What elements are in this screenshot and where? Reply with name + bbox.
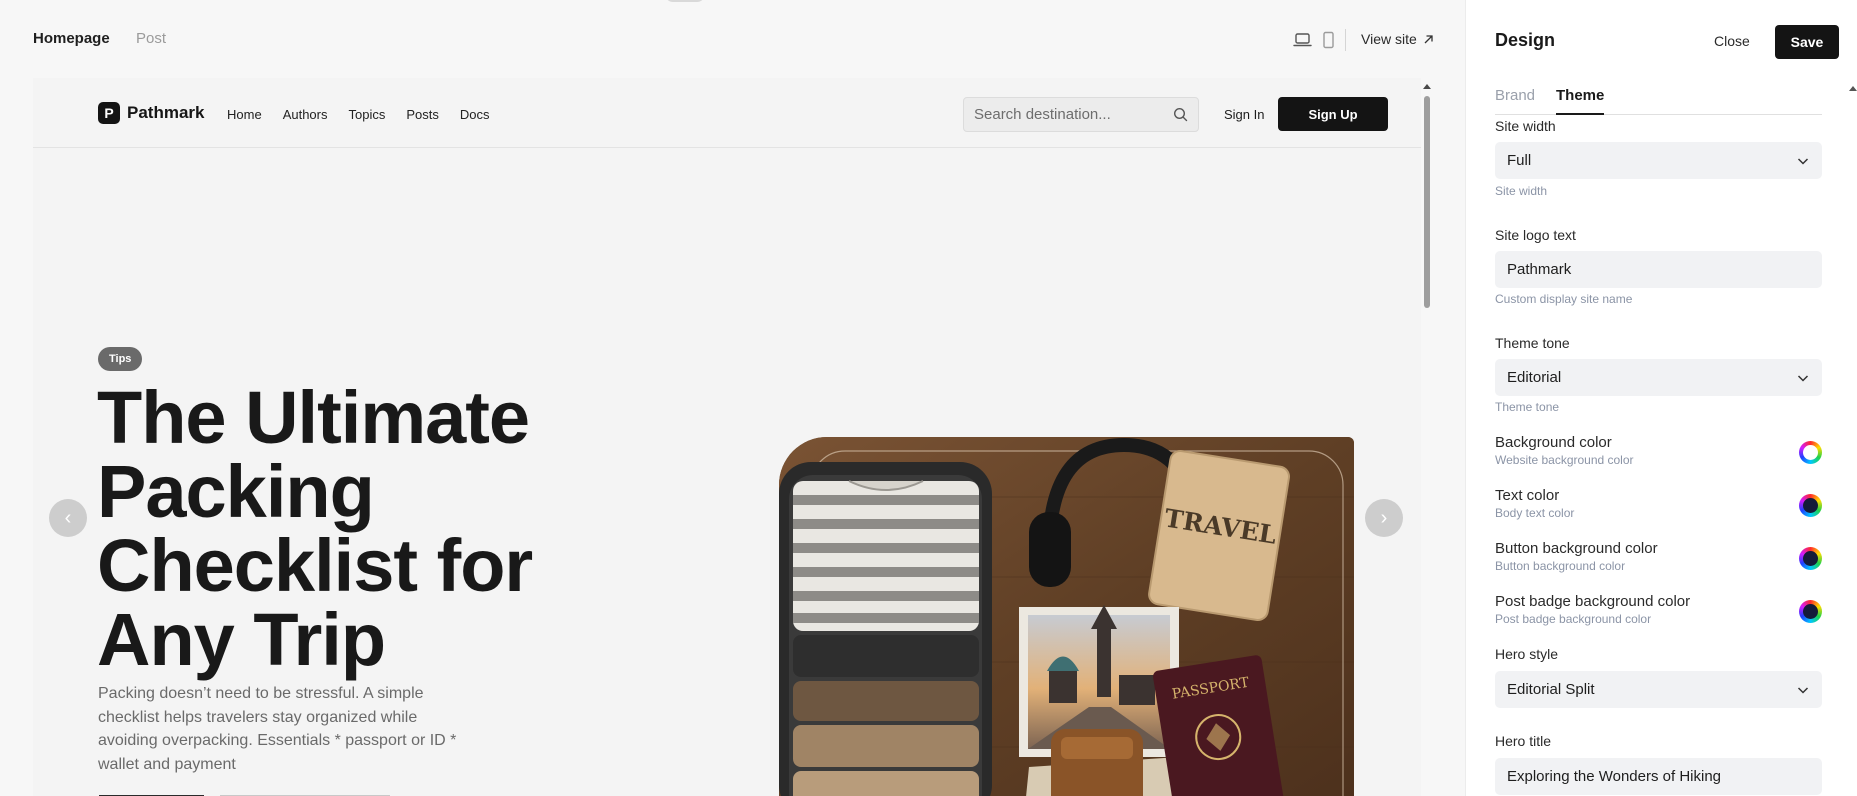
hero-style-select[interactable]: Editorial Split: [1495, 671, 1822, 708]
button-background-color-row: Button background color Button backgroun…: [1495, 540, 1822, 580]
editor-toolbar: Homepage Post View site: [0, 0, 1465, 78]
nav-docs[interactable]: Docs: [460, 107, 490, 122]
panel-tabs: Brand Theme: [1495, 86, 1822, 115]
view-site-link[interactable]: View site: [1361, 31, 1434, 47]
site-logo[interactable]: P Pathmark: [98, 102, 204, 124]
panel-scrollbar[interactable]: [1849, 86, 1857, 796]
carousel-next-button[interactable]: ›: [1365, 499, 1403, 537]
hero-description: Packing doesn’t need to be stressful. A …: [98, 685, 457, 773]
site-logo-text-hint: Custom display site name: [1495, 292, 1633, 306]
hero-title-input[interactable]: [1507, 768, 1810, 785]
button-background-color-label: Button background color: [1495, 540, 1658, 557]
logo-text: Pathmark: [127, 103, 205, 122]
chevron-down-icon: [1797, 686, 1809, 694]
background-color-hint: Website background color: [1495, 453, 1634, 467]
text-color-row: Text color Body text color: [1495, 487, 1822, 527]
post-badge-background-color-row: Post badge background color Post badge b…: [1495, 593, 1822, 633]
nav-posts[interactable]: Posts: [406, 107, 439, 122]
mobile-icon[interactable]: [1319, 31, 1339, 49]
design-panel: Design Close Save Brand Theme Site width…: [1465, 0, 1857, 796]
theme-tone-hint: Theme tone: [1495, 400, 1560, 414]
sign-in-link[interactable]: Sign In: [1224, 107, 1264, 122]
button-background-color-swatch[interactable]: [1799, 547, 1822, 570]
theme-tone-value: Editorial: [1507, 369, 1562, 386]
theme-tone-label: Theme tone: [1495, 335, 1570, 351]
nav-home[interactable]: Home: [227, 107, 262, 122]
tab-homepage[interactable]: Homepage: [33, 30, 110, 47]
hero-style-value: Editorial Split: [1507, 681, 1595, 698]
background-color-swatch[interactable]: [1799, 441, 1822, 464]
background-color-row: Background color Website background colo…: [1495, 434, 1822, 474]
close-button[interactable]: Close: [1714, 33, 1750, 49]
preview-scrollbar[interactable]: [1421, 78, 1433, 796]
chevron-right-icon: ›: [1380, 506, 1388, 529]
site-width-hint: Site width: [1495, 184, 1548, 198]
post-badge-background-color-label: Post badge background color: [1495, 593, 1691, 610]
view-site-label: View site: [1361, 31, 1417, 47]
tab-theme[interactable]: Theme: [1556, 87, 1605, 115]
text-color-swatch[interactable]: [1799, 494, 1822, 517]
hero-title: The Ultimate Packing Checklist for Any T…: [97, 376, 533, 681]
sign-up-button[interactable]: Sign Up: [1278, 97, 1388, 131]
save-button[interactable]: Save: [1775, 25, 1839, 59]
chevron-down-icon: [1797, 157, 1809, 165]
site-nav: Home Authors Topics Posts Docs: [227, 107, 490, 122]
chevron-down-icon: [1797, 374, 1809, 382]
site-logo-text-input[interactable]: [1507, 261, 1810, 278]
text-color-label: Text color: [1495, 487, 1560, 504]
scroll-up-arrow-icon[interactable]: [1423, 84, 1431, 89]
toolbar-divider: [1345, 29, 1346, 51]
tab-post[interactable]: Post: [136, 30, 166, 47]
editor-area: Homepage Post View site P Pathmark Home …: [0, 0, 1465, 796]
site-logo-text-field[interactable]: [1495, 251, 1822, 288]
text-color-hint: Body text color: [1495, 506, 1575, 520]
hero-image: TRAVEL PASSPORT: [779, 437, 1354, 796]
logo-mark-icon: P: [98, 102, 120, 124]
tab-brand[interactable]: Brand: [1495, 87, 1535, 115]
hero-title-label: Hero title: [1495, 733, 1552, 749]
panel-title: Design: [1495, 30, 1556, 50]
search-icon[interactable]: [1173, 107, 1188, 122]
carousel-prev-button[interactable]: ‹: [49, 499, 87, 537]
background-color-label: Background color: [1495, 434, 1612, 451]
site-width-label: Site width: [1495, 118, 1556, 134]
post-badge-background-color-hint: Post badge background color: [1495, 612, 1652, 626]
theme-tone-select[interactable]: Editorial: [1495, 359, 1822, 396]
site-width-select[interactable]: Full: [1495, 142, 1822, 179]
button-background-color-hint: Button background color: [1495, 559, 1626, 573]
scroll-thumb[interactable]: [1424, 96, 1430, 308]
site-header: P Pathmark Home Authors Topics Posts Doc…: [33, 78, 1421, 148]
scroll-up-arrow-icon[interactable]: [1849, 86, 1857, 91]
site-width-value: Full: [1507, 152, 1532, 169]
post-badge[interactable]: Tips: [98, 347, 143, 371]
external-link-icon: [1424, 34, 1433, 43]
chevron-left-icon: ‹: [64, 506, 72, 529]
nav-topics[interactable]: Topics: [349, 107, 386, 122]
search-input[interactable]: [974, 106, 1173, 123]
site-logo-text-label: Site logo text: [1495, 227, 1576, 243]
nav-authors[interactable]: Authors: [283, 107, 328, 122]
site-preview: P Pathmark Home Authors Topics Posts Doc…: [33, 78, 1421, 796]
post-badge-background-color-swatch[interactable]: [1799, 600, 1822, 623]
site-search: [963, 97, 1199, 132]
desktop-icon[interactable]: [1293, 31, 1313, 49]
hero-title-field[interactable]: [1495, 758, 1822, 795]
hero-style-label: Hero style: [1495, 646, 1559, 662]
